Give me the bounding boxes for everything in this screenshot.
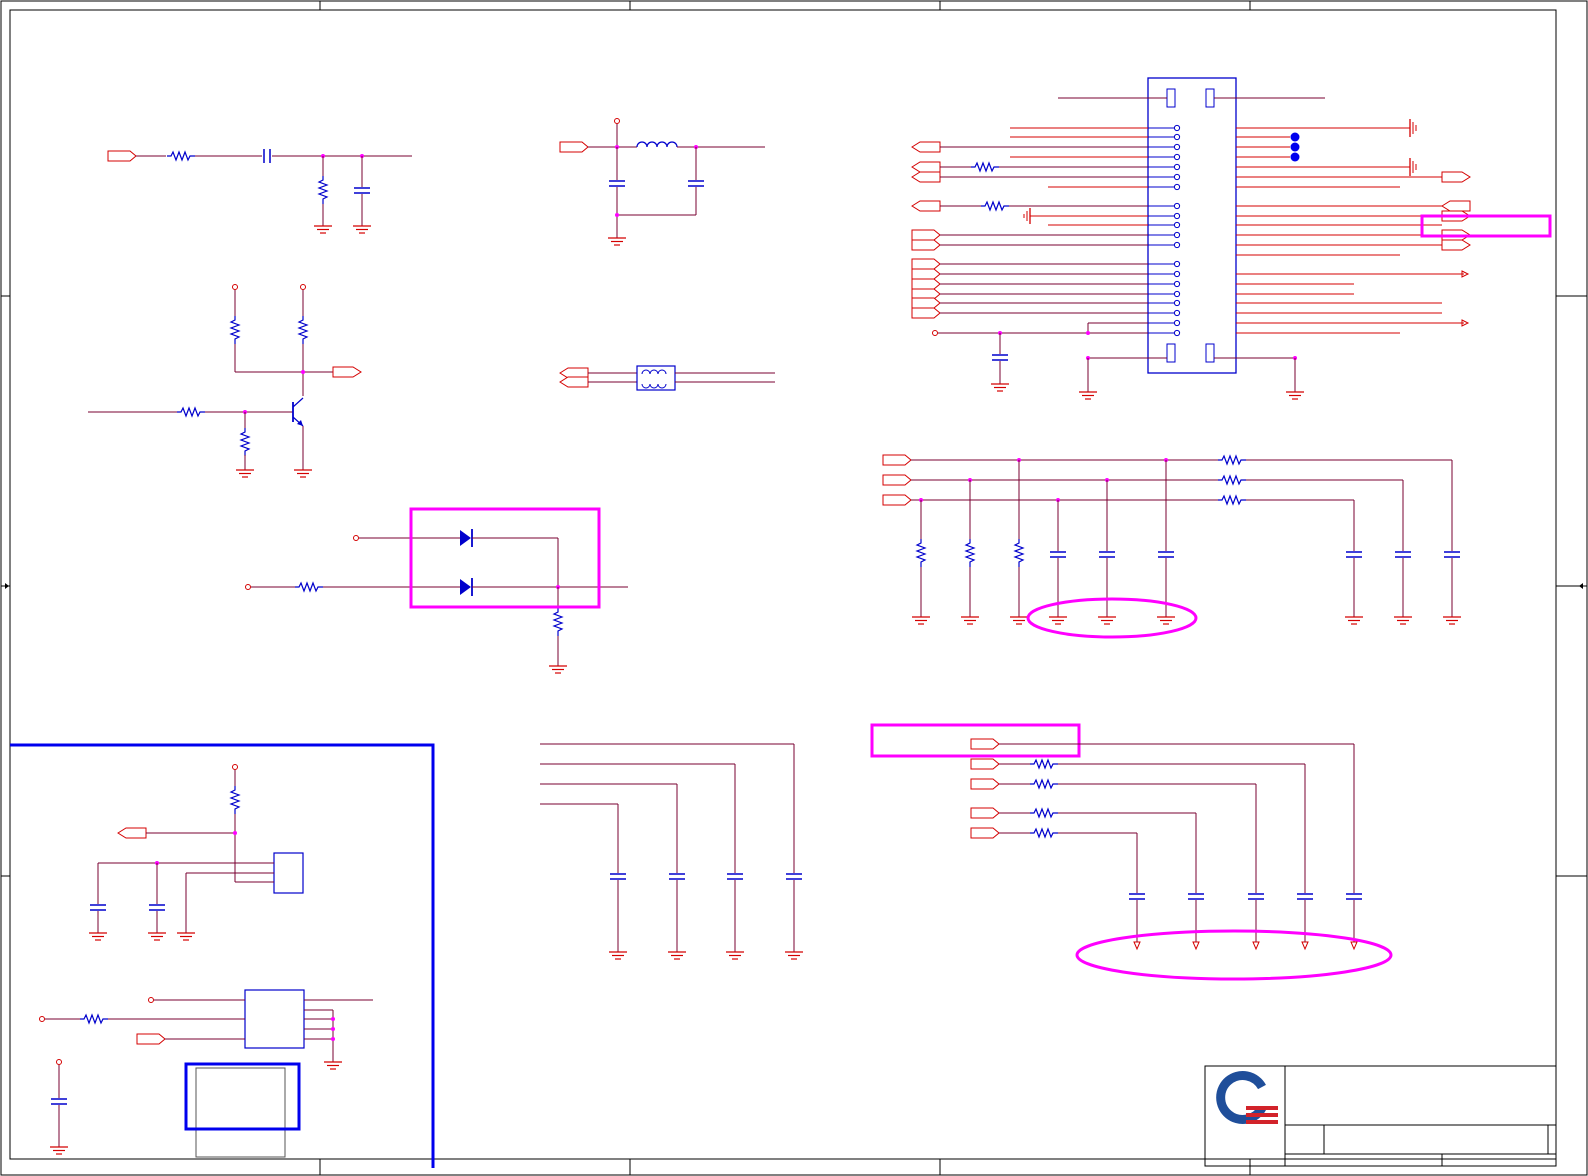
connector-pins xyxy=(1148,124,1181,337)
connector-pin xyxy=(1173,221,1181,229)
connector-pin xyxy=(1173,153,1181,161)
rc-network-three-lines xyxy=(882,454,1462,639)
highlight-ellipse-grounds xyxy=(1026,597,1198,639)
diode-circuit xyxy=(245,507,628,674)
connector-pin xyxy=(1173,183,1181,191)
connector-pin xyxy=(1173,124,1181,132)
connector-pin xyxy=(1173,270,1181,278)
decoupling-capacitor-bank xyxy=(540,743,804,960)
connector-pin xyxy=(1173,319,1181,327)
connector-pin xyxy=(1173,329,1181,337)
connector-pin xyxy=(1173,212,1181,220)
lc-filter-circuit xyxy=(559,118,765,246)
connector-pin xyxy=(1173,163,1181,171)
highlight-box-diodes xyxy=(409,507,601,609)
company-logo xyxy=(1216,1071,1278,1124)
highlight-box-connector xyxy=(1420,214,1552,238)
connector-pin xyxy=(1173,202,1181,210)
title-block xyxy=(1204,1065,1557,1167)
connector-pin xyxy=(1173,231,1181,239)
schematic-drawing xyxy=(0,0,1588,1176)
connector-pin xyxy=(1173,133,1181,141)
connector-pin xyxy=(1173,260,1181,268)
rc-network-five-lines xyxy=(870,723,1393,981)
common-mode-choke xyxy=(559,365,775,391)
connector-pin xyxy=(1173,143,1181,151)
highlight-ellipse-arrows xyxy=(1075,929,1393,981)
highlight-box-module xyxy=(184,1062,301,1131)
connector-pin xyxy=(1173,241,1181,249)
connector-block xyxy=(911,77,1552,400)
bottom-left-section xyxy=(10,743,435,1168)
schematic-sheet xyxy=(0,0,1588,1176)
transistor-circuit xyxy=(88,284,362,478)
connector-pin xyxy=(1173,309,1181,317)
connector-pin xyxy=(1173,173,1181,181)
connector-pin xyxy=(1173,280,1181,288)
connector-pin xyxy=(1173,290,1181,298)
connector-pin xyxy=(1173,299,1181,307)
rc-filter-circuit xyxy=(107,149,412,234)
